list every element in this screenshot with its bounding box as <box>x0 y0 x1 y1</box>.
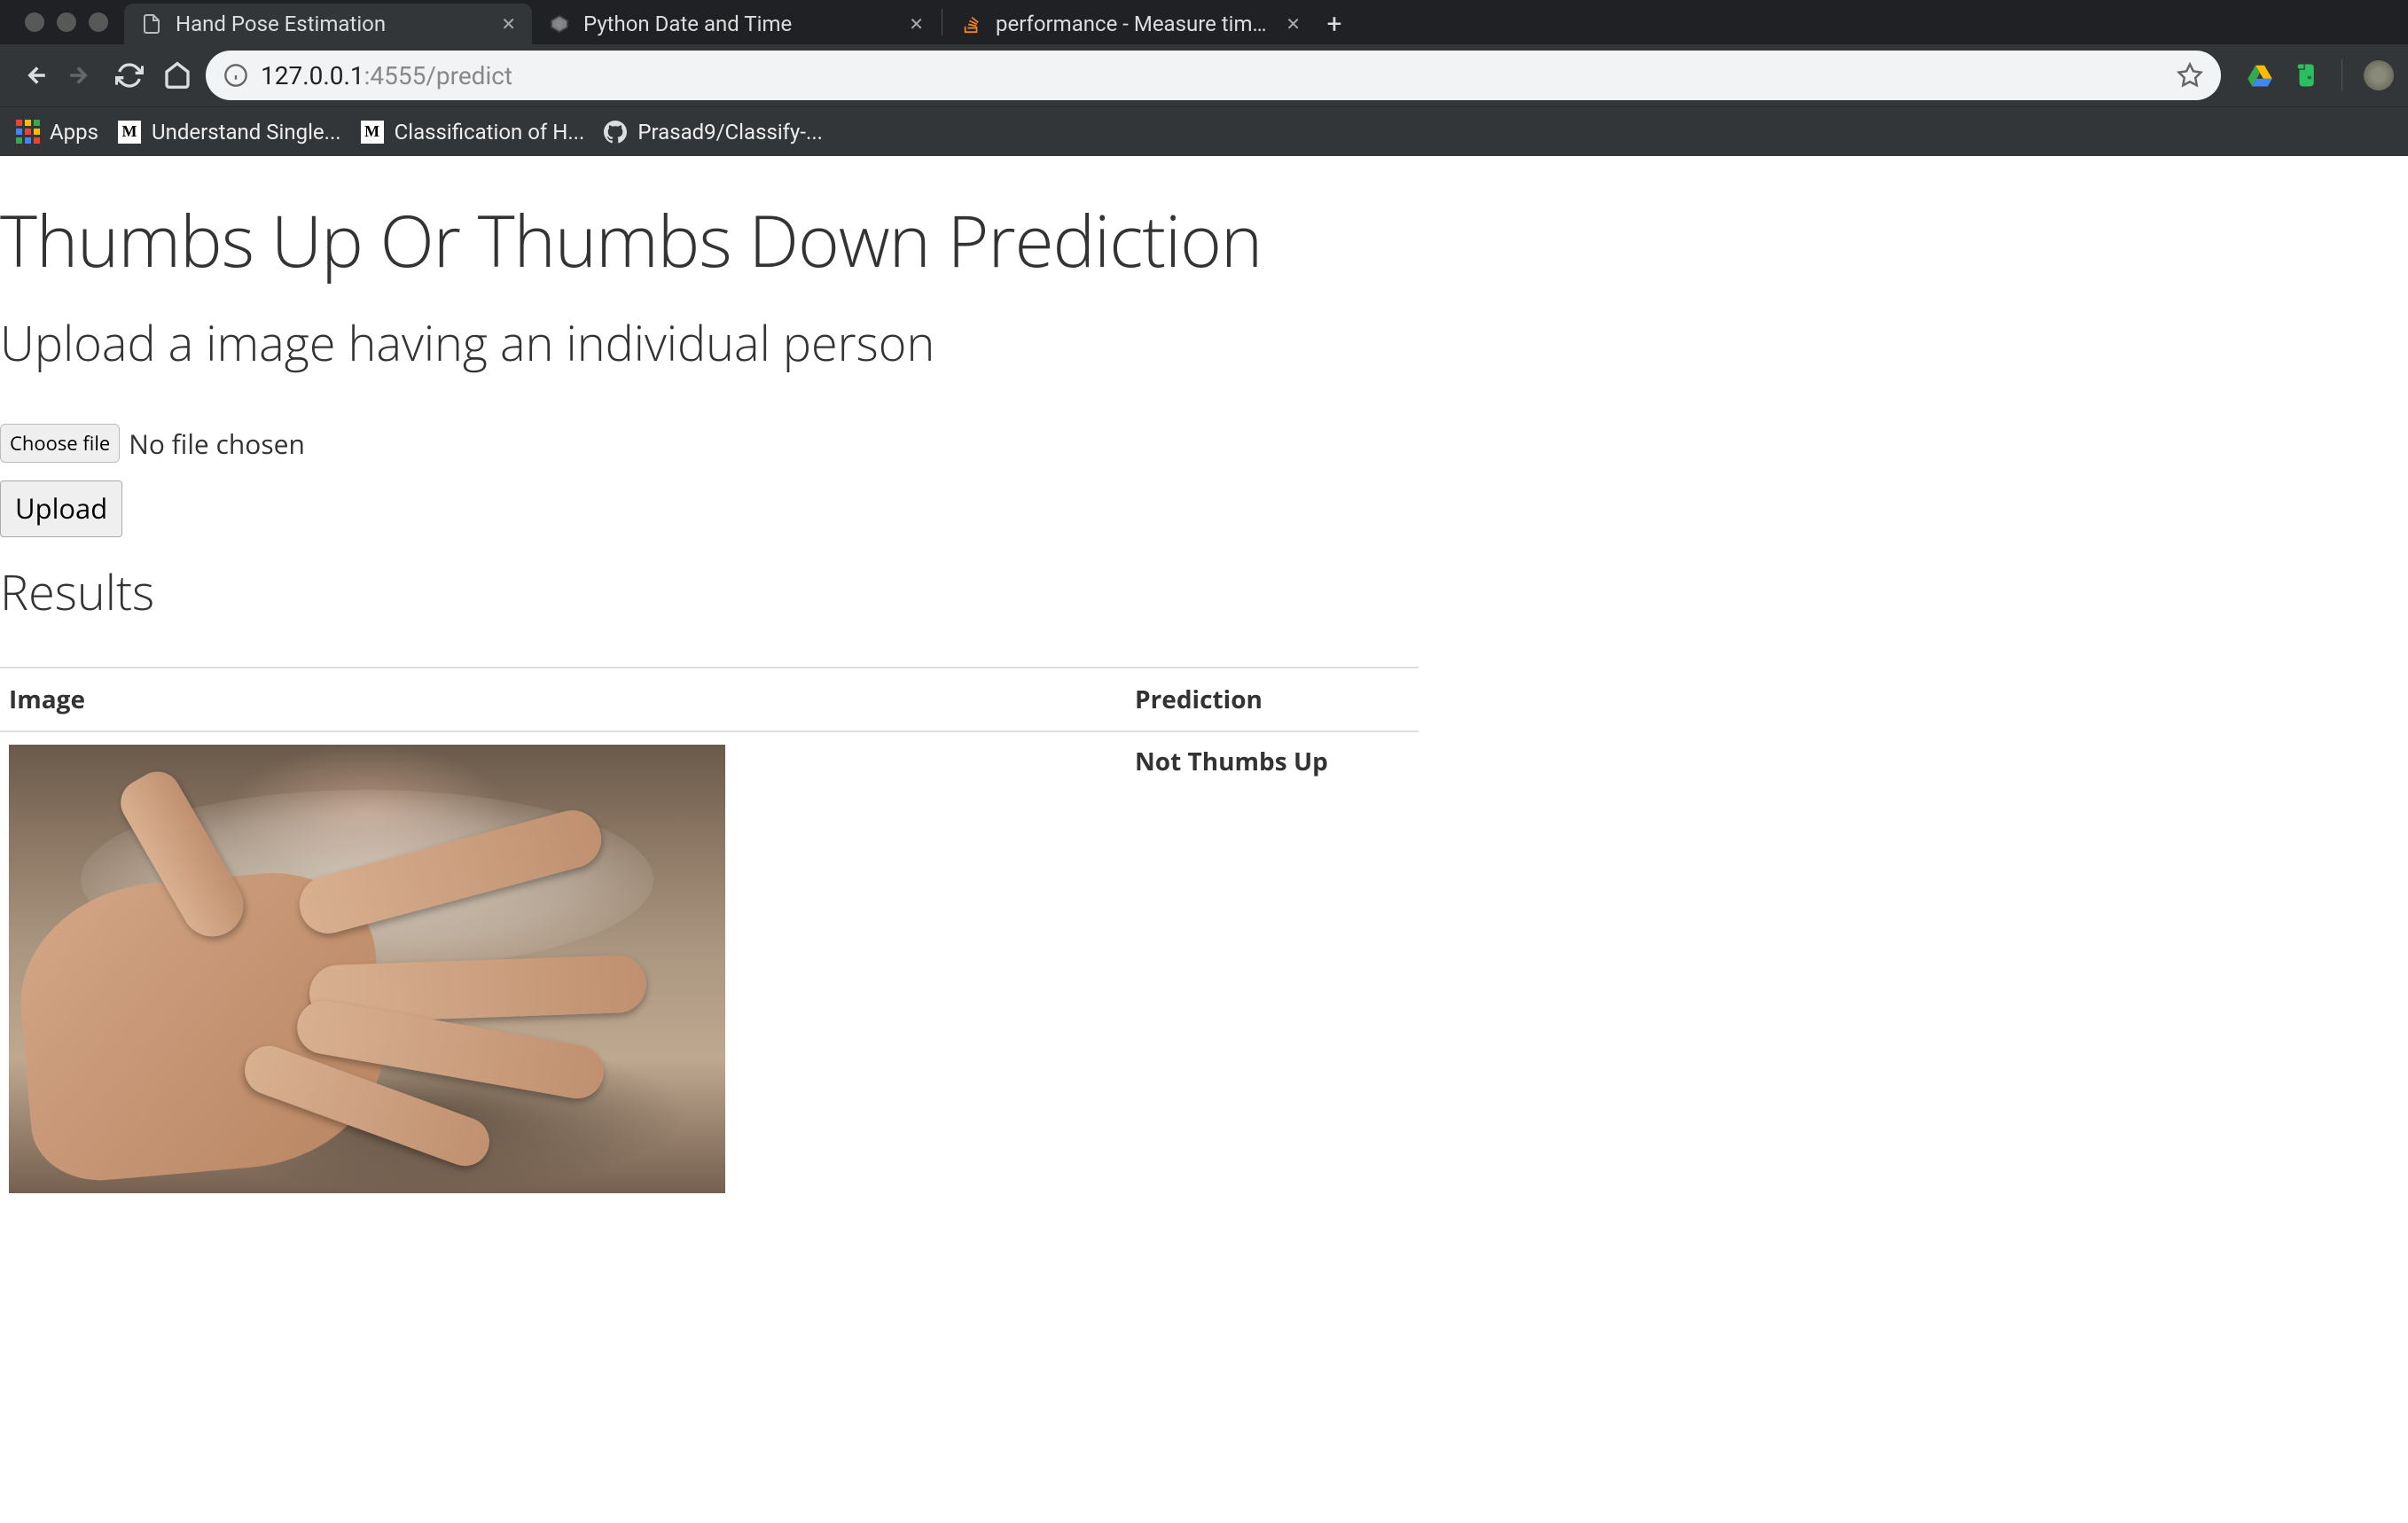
table-header-row: Image Prediction <box>0 668 1419 731</box>
bookmark-label: Understand Single... <box>152 120 341 144</box>
back-button[interactable] <box>14 56 53 95</box>
bookmark-understand-single[interactable]: M Understand Single... <box>118 120 341 144</box>
new-tab-button[interactable]: + <box>1317 4 1352 44</box>
url-port: :4555 <box>364 61 426 90</box>
extensions-area <box>2230 59 2394 91</box>
table-cell-image <box>0 731 1126 1206</box>
url-text: 127.0.0.1:4555/predict <box>261 61 512 90</box>
file-status-text: No file chosen <box>129 426 305 462</box>
bookmark-label: Classification of H... <box>395 120 585 144</box>
bookmark-label: Prasad9/Classify-... <box>637 120 823 144</box>
url-path: /predict <box>426 61 512 90</box>
bookmark-classification[interactable]: M Classification of H... <box>361 120 585 144</box>
file-input-row: Choose file No file chosen <box>0 424 2408 463</box>
google-drive-icon[interactable] <box>2246 61 2274 90</box>
table-header-prediction: Prediction <box>1126 668 1419 731</box>
page-content: Thumbs Up Or Thumbs Down Prediction Uplo… <box>0 191 2408 1206</box>
star-icon[interactable] <box>2177 62 2203 89</box>
bookmark-apps[interactable]: Apps <box>16 120 98 144</box>
apps-icon <box>16 121 39 144</box>
results-heading: Results <box>0 558 2408 624</box>
upload-button[interactable]: Upload <box>0 480 122 537</box>
home-button[interactable] <box>158 56 197 95</box>
window-close-button[interactable] <box>25 12 44 32</box>
table-row: Not Thumbs Up <box>0 731 1419 1206</box>
medium-icon: M <box>118 121 141 144</box>
window-controls[interactable] <box>9 0 124 44</box>
close-icon[interactable]: ✕ <box>909 13 924 35</box>
info-icon[interactable] <box>223 63 248 88</box>
bookmark-label: Apps <box>50 120 98 144</box>
evernote-icon[interactable] <box>2292 61 2320 90</box>
tab-title: Hand Pose Estimation <box>176 12 489 36</box>
navigation-bar: 127.0.0.1:4555/predict <box>0 44 2408 106</box>
user-avatar[interactable] <box>2364 60 2394 90</box>
url-host: 127.0.0.1 <box>261 61 364 90</box>
choose-file-button[interactable]: Choose file <box>0 424 120 463</box>
browser-chrome: Hand Pose Estimation ✕ Python Date and T… <box>0 0 2408 156</box>
stackoverflow-icon <box>960 12 983 35</box>
table-cell-prediction: Not Thumbs Up <box>1126 731 1419 1206</box>
page-subtitle: Upload a image having an individual pers… <box>0 309 2408 375</box>
bookmark-prasad9[interactable]: Prasad9/Classify-... <box>604 120 823 144</box>
medium-icon: M <box>361 121 384 144</box>
close-icon[interactable]: ✕ <box>1286 13 1301 35</box>
table-header-image: Image <box>0 668 1126 731</box>
document-icon <box>140 12 163 35</box>
tab-hand-pose[interactable]: Hand Pose Estimation ✕ <box>124 4 532 44</box>
hand-image <box>9 745 725 1193</box>
github-icon <box>604 121 627 144</box>
tab-performance[interactable]: performance - Measure time el ✕ <box>944 4 1317 44</box>
results-table: Image Prediction <box>0 667 1419 1206</box>
tab-python-date[interactable]: Python Date and Time ✕ <box>532 4 940 44</box>
tab-strip: Hand Pose Estimation ✕ Python Date and T… <box>0 0 2408 44</box>
tab-title: performance - Measure time el <box>996 12 1273 36</box>
reload-button[interactable] <box>110 56 149 95</box>
tabs-container: Hand Pose Estimation ✕ Python Date and T… <box>124 0 1352 44</box>
url-bar[interactable]: 127.0.0.1:4555/predict <box>206 51 2221 100</box>
page-title: Thumbs Up Or Thumbs Down Prediction <box>0 191 2408 288</box>
window-maximize-button[interactable] <box>89 12 108 32</box>
close-icon[interactable]: ✕ <box>501 13 516 35</box>
python-icon <box>548 12 571 35</box>
window-minimize-button[interactable] <box>57 12 76 32</box>
bookmarks-bar: Apps M Understand Single... M Classifica… <box>0 106 2408 156</box>
forward-button[interactable] <box>62 56 101 95</box>
tab-title: Python Date and Time <box>583 12 896 36</box>
